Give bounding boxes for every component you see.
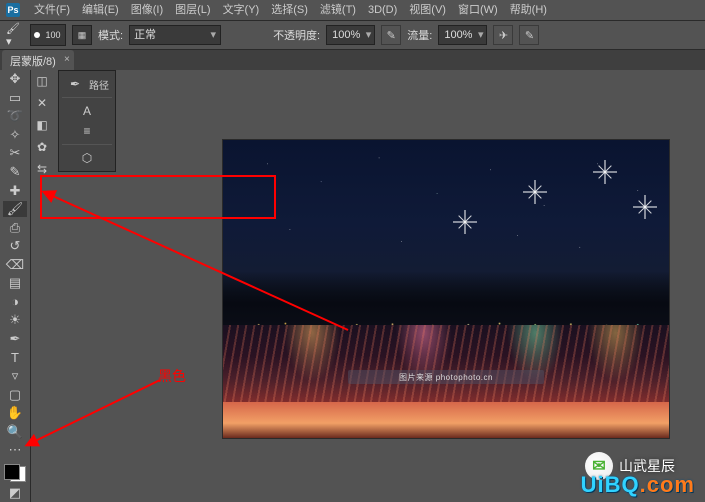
tool-stamp[interactable]: ⎙ xyxy=(3,219,27,236)
flow-input[interactable]: 100% xyxy=(438,25,487,45)
menu-view[interactable]: 视图(V) xyxy=(403,0,452,20)
site-watermark: UiBQ.com xyxy=(581,472,695,498)
canvas[interactable]: 图片来源 photophoto.cn xyxy=(223,140,669,438)
tool-zoom[interactable]: 🔍 xyxy=(3,423,27,440)
color-swatches[interactable] xyxy=(3,463,27,483)
tool-eraser[interactable]: ⌫ xyxy=(3,256,27,273)
mode-label: 模式: xyxy=(98,27,123,43)
opacity-label: 不透明度: xyxy=(273,27,320,43)
brush-size-value: 100 xyxy=(45,30,60,40)
menu-3d[interactable]: 3D(D) xyxy=(362,0,403,20)
menu-select[interactable]: 选择(S) xyxy=(265,0,314,20)
pen-icon: ✒ xyxy=(65,74,85,94)
document-tab[interactable]: 层蒙版/8) × xyxy=(2,50,74,72)
tool-history-brush[interactable]: ↺ xyxy=(3,238,27,255)
document-tab-title: 层蒙版/8) xyxy=(10,56,56,68)
options-bar: 🖌▾ 100 ▦ 模式: 正常 不透明度: 100% ✎ 流量: 100% ✈ … xyxy=(0,21,705,50)
align-icon[interactable]: ≡ xyxy=(77,121,97,141)
mini-tool-c[interactable]: ◧ xyxy=(32,115,52,135)
work-area: ✥ ▭ ➰ ✧ ✂ ✎ ✚ 🖌 ⎙ ↺ ⌫ ▤ ◑ ☀ ✒ T ▿ ▢ ✋ 🔍 … xyxy=(0,70,705,502)
mini-tool-b[interactable]: ✕ xyxy=(32,93,52,113)
tool-healing[interactable]: ✚ xyxy=(3,182,27,199)
pressure-size-toggle-icon[interactable]: ✎ xyxy=(519,25,539,45)
path-label: 路径 xyxy=(89,77,109,92)
tool-marquee[interactable]: ▭ xyxy=(3,90,27,107)
tool-shape[interactable]: ▢ xyxy=(3,386,27,403)
tool-blur[interactable]: ◑ xyxy=(3,294,27,311)
image-watermark: 图片来源 photophoto.cn xyxy=(348,370,544,384)
tool-path-select[interactable]: ▿ xyxy=(3,368,27,385)
mini-tool-e[interactable]: ⇆ xyxy=(32,159,52,179)
foreground-color-swatch[interactable] xyxy=(4,464,20,480)
tool-crop[interactable]: ✂ xyxy=(3,145,27,162)
canvas-art-reflections xyxy=(223,325,669,403)
site-suffix: .com xyxy=(640,472,695,497)
tool-gradient[interactable]: ▤ xyxy=(3,275,27,292)
app-logo: Ps xyxy=(6,3,20,17)
menu-image[interactable]: 图像(I) xyxy=(125,0,169,20)
menu-edit[interactable]: 编辑(E) xyxy=(76,0,125,20)
menu-type[interactable]: 文字(Y) xyxy=(217,0,266,20)
tool-brush[interactable]: 🖌 xyxy=(3,201,27,218)
menu-layer[interactable]: 图层(L) xyxy=(169,0,216,20)
flow-label: 流量: xyxy=(407,27,432,43)
letter-a-icon[interactable]: A xyxy=(77,101,97,121)
tool-hand[interactable]: ✋ xyxy=(3,405,27,422)
site-name: UiBQ xyxy=(581,472,640,497)
tool-pen[interactable]: ✒ xyxy=(3,331,27,348)
tool-type[interactable]: T xyxy=(3,349,27,366)
menu-bar: Ps 文件(F) 编辑(E) 图像(I) 图层(L) 文字(Y) 选择(S) 滤… xyxy=(0,0,705,21)
mini-tool-d[interactable]: ✿ xyxy=(32,137,52,157)
mini-tool-a[interactable]: ◫ xyxy=(32,71,52,91)
menu-window[interactable]: 窗口(W) xyxy=(452,0,504,20)
airbrush-toggle-icon[interactable]: ✈ xyxy=(493,25,513,45)
brush-panel-toggle-icon[interactable]: ▦ xyxy=(72,25,92,45)
secondary-toolbar: ◫ ✕ ◧ ✿ ⇆ xyxy=(32,70,54,180)
tool-dodge[interactable]: ☀ xyxy=(3,312,27,329)
menu-file[interactable]: 文件(F) xyxy=(28,0,76,20)
tools-panel: ✥ ▭ ➰ ✧ ✂ ✎ ✚ 🖌 ⎙ ↺ ⌫ ▤ ◑ ☀ ✒ T ▿ ▢ ✋ 🔍 … xyxy=(0,70,31,502)
cube-icon[interactable]: ⬡ xyxy=(77,148,97,168)
blend-mode-select[interactable]: 正常 xyxy=(129,25,221,45)
floating-tool-panel[interactable]: ✒ 路径 A ≡ ⬡ xyxy=(58,70,116,172)
tool-more[interactable]: ⋯ xyxy=(3,442,27,459)
tool-magic-wand[interactable]: ✧ xyxy=(3,127,27,144)
tool-indicator-brush-icon[interactable]: 🖌▾ xyxy=(6,26,24,44)
brush-preset-picker[interactable]: 100 xyxy=(30,24,66,46)
menu-help[interactable]: 帮助(H) xyxy=(504,0,553,20)
tool-eyedropper[interactable]: ✎ xyxy=(3,164,27,181)
annotation-label-black: 黑色 xyxy=(158,366,186,386)
tool-move[interactable]: ✥ xyxy=(3,71,27,88)
menu-filter[interactable]: 滤镜(T) xyxy=(314,0,362,20)
pressure-opacity-toggle-icon[interactable]: ✎ xyxy=(381,25,401,45)
opacity-input[interactable]: 100% xyxy=(326,25,375,45)
tool-quickmask[interactable]: ◩ xyxy=(3,484,27,501)
close-icon[interactable]: × xyxy=(64,54,70,65)
tool-lasso[interactable]: ➰ xyxy=(3,108,27,125)
